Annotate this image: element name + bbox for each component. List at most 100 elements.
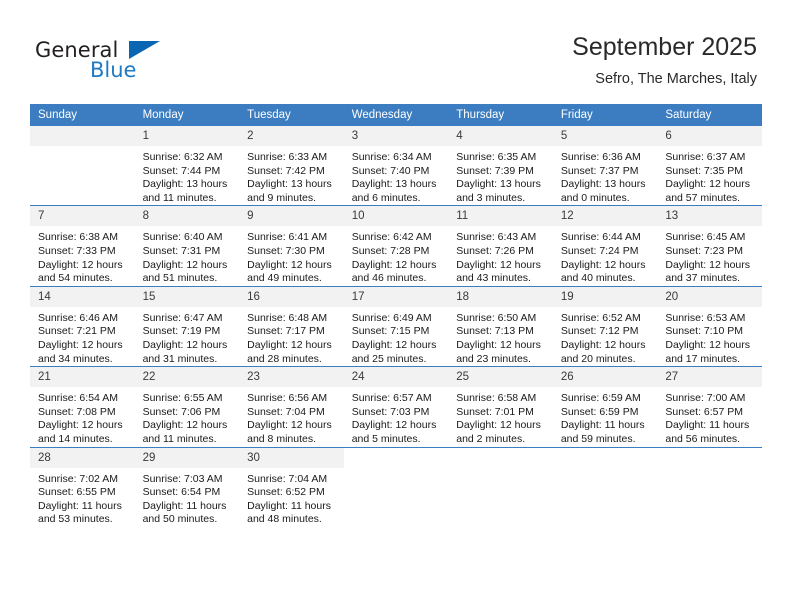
- day-number: 6: [657, 126, 762, 146]
- day-number: 23: [239, 367, 344, 388]
- brand-triangle-icon: [129, 41, 160, 59]
- daylight-text: Daylight: 12 hours: [142, 258, 228, 271]
- day-details: Sunrise: 6:45 AM Sunset: 7:23 PM Daylight:…: [657, 226, 762, 285]
- daylight-text: Daylight: 12 hours: [142, 338, 228, 351]
- calendar-day-cell[interactable]: 21 Sunrise: 6:54 AM Sunset: 7:08 PM Dayligh…: [30, 366, 135, 447]
- day-details: Sunrise: 6:42 AM Sunset: 7:28 PM Daylight:…: [344, 226, 449, 285]
- weekday-header-friday: Friday: [552, 104, 658, 126]
- calendar-day-cell[interactable]: 20 Sunrise: 6:53 AM Sunset: 7:10 PM Dayligh…: [657, 285, 762, 367]
- daylight-text-cont: and 40 minutes.: [560, 272, 636, 285]
- daylight-text: Daylight: 12 hours: [247, 258, 332, 271]
- calendar-day-cell[interactable]: 14 Sunrise: 6:46 AM Sunset: 7:21 PM Dayligh…: [30, 285, 135, 367]
- weekday-header-tuesday: Tuesday: [239, 104, 344, 126]
- day-number: 28: [30, 447, 135, 468]
- sunset-text: Sunset: 7:03 PM: [351, 405, 430, 418]
- calendar-day-cell[interactable]: 30 Sunrise: 7:04 AM Sunset: 6:52 PM Dayligh…: [239, 446, 344, 527]
- page-header: General Blue September 2025 Sefro, The M…: [0, 0, 792, 98]
- calendar-day-cell[interactable]: 3 Sunrise: 6:34 AM Sunset: 7:40 PM Daylight…: [343, 126, 449, 206]
- daylight-text-cont: and 6 minutes.: [351, 191, 421, 204]
- daylight-text-cont: and 53 minutes.: [38, 513, 113, 526]
- calendar-day-cell[interactable]: 23 Sunrise: 6:56 AM Sunset: 7:04 PM Dayligh…: [239, 366, 344, 447]
- daylight-text: Daylight: 12 hours: [456, 419, 541, 432]
- calendar-day-cell[interactable]: 6 Sunrise: 6:37 AM Sunset: 7:35 PM Daylight…: [657, 126, 762, 206]
- day-details: Sunrise: 6:57 AM Sunset: 7:03 PM Daylight:…: [344, 387, 449, 446]
- day-number: 21: [30, 367, 135, 388]
- calendar-day-cell[interactable]: 4 Sunrise: 6:35 AM Sunset: 7:39 PM Daylight…: [448, 126, 553, 206]
- daylight-text-cont: and 20 minutes.: [560, 352, 636, 365]
- sunset-text: Sunset: 7:12 PM: [560, 325, 639, 338]
- sunrise-text: Sunrise: 6:54 AM: [38, 392, 118, 405]
- weekday-header-thursday: Thursday: [448, 104, 553, 126]
- sunset-text: Sunset: 7:15 PM: [351, 325, 430, 338]
- calendar-head: Sunday Monday Tuesday Wednesday Thursday…: [30, 104, 762, 126]
- day-number: 30: [239, 447, 344, 468]
- day-number: 12: [552, 206, 658, 227]
- daylight-text-cont: and 50 minutes.: [142, 513, 218, 526]
- calendar-day-cell[interactable]: 10 Sunrise: 6:42 AM Sunset: 7:28 PM Dayligh…: [343, 205, 449, 287]
- page-title: September 2025: [572, 33, 757, 61]
- day-number: 16: [239, 286, 344, 307]
- day-number: 1: [134, 126, 240, 146]
- sunset-text: Sunset: 6:52 PM: [247, 486, 325, 499]
- day-number: 5: [552, 126, 658, 146]
- calendar-day-cell[interactable]: 8 Sunrise: 6:40 AM Sunset: 7:31 PM Daylight…: [134, 205, 240, 287]
- calendar-day-cell[interactable]: 24 Sunrise: 6:57 AM Sunset: 7:03 PM Dayligh…: [343, 366, 449, 447]
- day-number: 26: [552, 367, 658, 388]
- day-details: Sunrise: 6:48 AM Sunset: 7:17 PM Daylight:…: [239, 307, 344, 366]
- daylight-text-cont: and 17 minutes.: [665, 352, 741, 365]
- calendar-day-cell[interactable]: 1 Sunrise: 6:32 AM Sunset: 7:44 PM Daylight…: [134, 126, 240, 206]
- sunset-text: Sunset: 7:28 PM: [351, 244, 430, 257]
- daylight-text-cont: and 34 minutes.: [38, 352, 113, 365]
- sunset-text: Sunset: 6:55 PM: [38, 486, 116, 499]
- calendar-day-cell[interactable]: 26 Sunrise: 6:59 AM Sunset: 6:59 PM Dayligh…: [552, 366, 658, 447]
- sunrise-text: Sunrise: 6:41 AM: [247, 231, 328, 244]
- day-number: 17: [343, 286, 449, 307]
- daylight-text: Daylight: 12 hours: [351, 419, 437, 432]
- calendar-day-cell[interactable]: 28 Sunrise: 7:02 AM Sunset: 6:55 PM Dayligh…: [30, 446, 135, 527]
- daylight-text: Daylight: 12 hours: [665, 258, 751, 271]
- daylight-text: Daylight: 12 hours: [665, 178, 751, 191]
- calendar-body: 1 Sunrise: 6:32 AM Sunset: 7:44 PM Daylight…: [30, 126, 762, 527]
- sunset-text: Sunset: 6:54 PM: [142, 486, 221, 499]
- calendar-day-cell[interactable]: 29 Sunrise: 7:03 AM Sunset: 6:54 PM Dayligh…: [134, 446, 240, 527]
- day-number: 8: [134, 206, 240, 227]
- calendar-day-cell[interactable]: 22 Sunrise: 6:55 AM Sunset: 7:06 PM Dayligh…: [134, 366, 240, 447]
- calendar-day-cell[interactable]: 13 Sunrise: 6:45 AM Sunset: 7:23 PM Dayligh…: [657, 205, 762, 287]
- day-details: Sunrise: 6:33 AM Sunset: 7:42 PM Daylight:…: [239, 146, 344, 205]
- calendar-day-cell[interactable]: 27 Sunrise: 7:00 AM Sunset: 6:57 PM Dayligh…: [657, 366, 762, 447]
- daylight-text: Daylight: 11 hours: [142, 499, 227, 512]
- sunrise-text: Sunrise: 6:38 AM: [38, 231, 118, 244]
- calendar-day-cell[interactable]: 16 Sunrise: 6:48 AM Sunset: 7:17 PM Dayligh…: [239, 285, 344, 367]
- calendar-day-cell[interactable]: 17 Sunrise: 6:49 AM Sunset: 7:15 PM Dayligh…: [343, 285, 449, 367]
- calendar-week-row: 1 Sunrise: 6:32 AM Sunset: 7:44 PM Daylight…: [30, 126, 762, 206]
- calendar-grid: Sunday Monday Tuesday Wednesday Thursday…: [30, 104, 762, 527]
- day-details: Sunrise: 7:03 AM Sunset: 6:54 PM Daylight:…: [135, 468, 240, 527]
- sunset-text: Sunset: 7:24 PM: [560, 244, 639, 257]
- calendar-page: General Blue September 2025 Sefro, The M…: [0, 0, 792, 612]
- day-number: [552, 447, 658, 468]
- sunset-text: Sunset: 7:37 PM: [560, 164, 639, 177]
- calendar-day-cell[interactable]: 9 Sunrise: 6:41 AM Sunset: 7:30 PM Daylight…: [239, 205, 344, 287]
- daylight-text-cont: and 11 minutes.: [142, 432, 217, 445]
- calendar-day-cell[interactable]: 25 Sunrise: 6:58 AM Sunset: 7:01 PM Dayligh…: [448, 366, 553, 447]
- brand-logo[interactable]: General Blue: [35, 38, 185, 86]
- day-number: [657, 447, 762, 468]
- sunrise-text: Sunrise: 6:55 AM: [142, 392, 223, 405]
- daylight-text: Daylight: 12 hours: [456, 338, 541, 351]
- calendar-day-cell[interactable]: 15 Sunrise: 6:47 AM Sunset: 7:19 PM Dayligh…: [134, 285, 240, 367]
- sunrise-text: Sunrise: 6:59 AM: [560, 392, 641, 405]
- sunset-text: Sunset: 7:21 PM: [38, 325, 116, 338]
- calendar-day-cell[interactable]: 19 Sunrise: 6:52 AM Sunset: 7:12 PM Dayligh…: [552, 285, 658, 367]
- sunset-text: Sunset: 7:19 PM: [142, 325, 221, 338]
- calendar-day-cell[interactable]: 7 Sunrise: 6:38 AM Sunset: 7:33 PM Daylight…: [30, 205, 135, 287]
- day-details: Sunrise: 6:34 AM Sunset: 7:40 PM Daylight:…: [344, 146, 449, 205]
- calendar-day-cell[interactable]: 12 Sunrise: 6:44 AM Sunset: 7:24 PM Dayligh…: [552, 205, 658, 287]
- calendar-day-cell[interactable]: 18 Sunrise: 6:50 AM Sunset: 7:13 PM Dayligh…: [448, 285, 553, 367]
- calendar-day-cell[interactable]: 11 Sunrise: 6:43 AM Sunset: 7:26 PM Dayligh…: [448, 205, 553, 287]
- day-details: Sunrise: 6:58 AM Sunset: 7:01 PM Daylight:…: [448, 387, 553, 446]
- calendar-day-cell[interactable]: 5 Sunrise: 6:36 AM Sunset: 7:37 PM Daylight…: [552, 126, 658, 206]
- sunset-text: Sunset: 6:59 PM: [560, 405, 639, 418]
- day-number: 25: [448, 367, 553, 388]
- daylight-text: Daylight: 12 hours: [142, 419, 228, 432]
- calendar-day-cell[interactable]: 2 Sunrise: 6:33 AM Sunset: 7:42 PM Daylight…: [239, 126, 344, 206]
